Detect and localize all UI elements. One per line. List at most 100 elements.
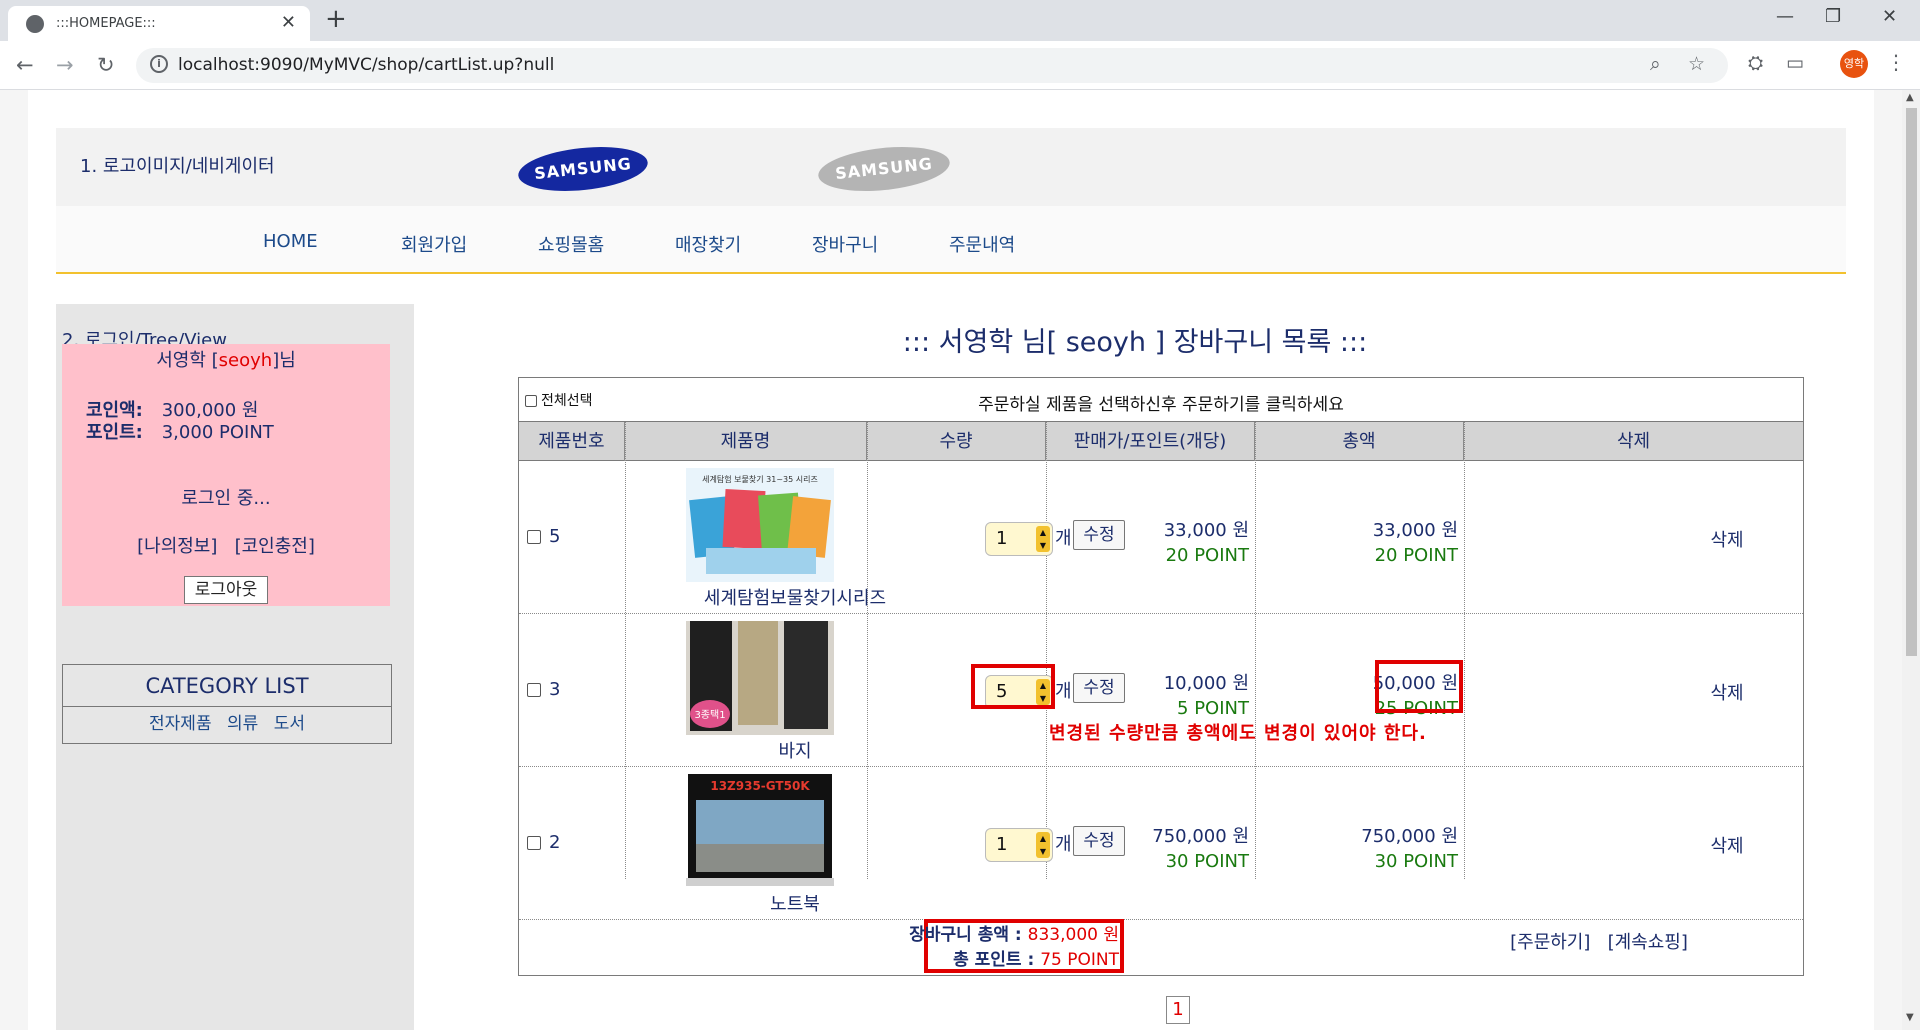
- minimize-icon[interactable]: —: [1776, 6, 1794, 27]
- address-bar[interactable]: i localhost:9090/MyMVC/shop/cartList.up?…: [136, 48, 1728, 83]
- product-name[interactable]: 세계탐험보물찾기시리즈: [647, 584, 943, 610]
- col-product-no: 제품번호: [519, 422, 625, 461]
- category-title: CATEGORY LIST: [63, 665, 391, 707]
- my-info-link[interactable]: [나의정보]: [137, 536, 217, 557]
- row-total-won: 750,000 원: [1361, 826, 1458, 847]
- product-no: 3: [549, 679, 561, 700]
- category-electronics[interactable]: 전자제품: [149, 714, 212, 734]
- nav-home[interactable]: HOME: [263, 231, 318, 252]
- row-checkbox[interactable]: [527, 530, 541, 544]
- cart-total-line: 장바구니 총액 : 833,000 원: [789, 923, 1119, 948]
- delete-link[interactable]: 삭제: [1651, 679, 1803, 705]
- reload-icon[interactable]: ↻: [97, 53, 115, 77]
- unit-price-won: 33,000 원: [1163, 520, 1249, 541]
- cart-instruction: 주문하실 제품을 선택하신후 주문하기를 클릭하세요: [978, 395, 1344, 415]
- quantity-value: 1: [996, 528, 1008, 549]
- menu-dots-icon[interactable]: ⋮: [1886, 50, 1906, 74]
- new-tab-icon[interactable]: +: [325, 4, 347, 34]
- cart-actions: [주문하기] [계속쇼핑]: [1399, 928, 1799, 954]
- restore-icon[interactable]: ❐: [1825, 6, 1841, 27]
- row-total-point: 20 POINT: [1374, 545, 1458, 566]
- page-number[interactable]: 1: [1166, 996, 1190, 1024]
- continue-shopping-link[interactable]: [계속쇼핑]: [1608, 932, 1688, 953]
- product-image-text: 13Z935-GT50K: [710, 779, 810, 793]
- samsung-logo-gray[interactable]: SAMSUNG: [816, 141, 952, 197]
- product-image-pants[interactable]: 3종택1: [686, 621, 834, 735]
- cart-table-caption: 전체선택 주문하실 제품을 선택하신후 주문하기를 클릭하세요: [519, 378, 1803, 422]
- page-container: 1. 로고이미지/네비게이터 SAMSUNG SAMSUNG HOME 회원가입…: [28, 90, 1874, 1030]
- back-icon[interactable]: ←: [16, 53, 34, 77]
- user-suffix: 님: [279, 350, 296, 371]
- nav-cart[interactable]: 장바구니: [812, 231, 878, 257]
- browser-toolbar: ← → ↻ i localhost:9090/MyMVC/shop/cartLi…: [0, 41, 1920, 90]
- browser-tab[interactable]: :::HOMEPAGE::: ✕: [8, 6, 310, 41]
- vertical-scrollbar[interactable]: ▲ ▼: [1902, 90, 1920, 1030]
- user-id: seoyh: [218, 350, 273, 371]
- product-name[interactable]: 바지: [647, 737, 943, 763]
- close-window-icon[interactable]: ✕: [1882, 6, 1897, 27]
- cast-icon[interactable]: ▭: [1786, 52, 1804, 74]
- category-clothing[interactable]: 의류: [227, 714, 258, 734]
- delete-link[interactable]: 삭제: [1651, 526, 1803, 552]
- unit-price: 33,000 원 20 POINT: [1009, 518, 1249, 568]
- forward-icon[interactable]: →: [56, 53, 74, 77]
- total-highlight-box: [1375, 660, 1463, 713]
- page-title: ::: 서영학 님[ seoyh ] 장바구니 목록 :::: [902, 327, 1368, 358]
- nav-shop-home[interactable]: 쇼핑몰홈: [538, 231, 604, 257]
- row-total-point: 30 POINT: [1374, 851, 1458, 872]
- row-checkbox[interactable]: [527, 836, 541, 850]
- logo-area-label: 1. 로고이미지/네비게이터: [80, 156, 275, 177]
- scrollbar-thumb[interactable]: [1906, 108, 1917, 656]
- point-label: 포인트:: [86, 422, 143, 443]
- coin-charge-link[interactable]: [코인충전]: [235, 536, 315, 557]
- col-product-name: 제품명: [625, 422, 867, 461]
- product-image-text: 세계탐험 보물찾기 31~35 시리즈: [702, 474, 818, 484]
- category-books[interactable]: 도서: [274, 714, 305, 734]
- cart-table: 전체선택 주문하실 제품을 선택하신후 주문하기를 클릭하세요 제품번호 제품명…: [518, 377, 1804, 976]
- product-image-book-series[interactable]: 세계탐험 보물찾기 31~35 시리즈: [686, 468, 834, 582]
- unit-price-won: 750,000 원: [1152, 826, 1249, 847]
- cart-row: 5 세계탐험 보물찾기 31~35 시리즈 세계탐험보물찾기시리즈 1 ▲ ▼ 개 …: [519, 462, 1803, 614]
- user-name: 서영학: [156, 350, 206, 371]
- scroll-down-icon[interactable]: ▼: [1906, 1012, 1914, 1023]
- point-row: 포인트: 3,000 POINT: [86, 418, 274, 444]
- login-info-box: 서영학 [seoyh]님 코인액: 300,000 원 포인트: 3,000 P…: [62, 344, 390, 606]
- quantity-highlight-box: [971, 664, 1055, 709]
- row-total: 33,000 원 20 POINT: [1218, 518, 1458, 568]
- zoom-icon[interactable]: ⌕: [1650, 53, 1661, 75]
- product-no: 2: [549, 832, 561, 853]
- annotation-note: 변경된 수량만큼 총액에도 변경이 있어야 한다.: [1049, 723, 1427, 744]
- close-tab-icon[interactable]: ✕: [281, 12, 296, 33]
- samsung-logo-blue[interactable]: SAMSUNG: [516, 141, 650, 197]
- scroll-up-icon[interactable]: ▲: [1906, 92, 1914, 103]
- unit-price-point: 30 POINT: [1165, 851, 1249, 872]
- nav-store-finder[interactable]: 매장찾기: [675, 231, 741, 257]
- row-checkbox[interactable]: [527, 683, 541, 697]
- product-image-text: 3종택1: [694, 709, 725, 721]
- main-navigation: HOME 회원가입 쇼핑몰홈 매장찾기 장바구니 주문내역: [56, 206, 1846, 274]
- product-no-cell: 3: [527, 679, 560, 700]
- col-delete: 삭제: [1616, 431, 1651, 452]
- order-link[interactable]: [주문하기]: [1510, 932, 1590, 953]
- url-text: localhost:9090/MyMVC/shop/cartList.up?nu…: [178, 55, 555, 75]
- row-total-won: 33,000 원: [1372, 520, 1458, 541]
- product-image-laptop[interactable]: 13Z935-GT50K: [686, 774, 834, 888]
- unit-price: 750,000 원 30 POINT: [1009, 824, 1249, 874]
- nav-order-history[interactable]: 주문내역: [949, 231, 1015, 257]
- product-no: 5: [549, 526, 561, 547]
- cart-table-header: 제품번호 제품명 수량 판매가/포인트(개당) 총액 삭제: [519, 422, 1803, 461]
- product-no-cell: 2: [527, 832, 560, 853]
- account-links: [나의정보] [코인충전]: [62, 532, 390, 558]
- delete-link[interactable]: 삭제: [1651, 832, 1803, 858]
- col-price-point: 판매가/포인트(개당): [1046, 422, 1255, 461]
- logout-button[interactable]: 로그아웃: [184, 576, 268, 604]
- cart-total-label: 장바구니 총액 :: [909, 925, 1028, 945]
- bookmark-star-icon[interactable]: ☆: [1688, 53, 1705, 75]
- profile-avatar[interactable]: 영학: [1840, 50, 1868, 78]
- info-icon[interactable]: i: [150, 55, 168, 73]
- category-list: CATEGORY LIST 전자제품 의류 도서: [62, 664, 392, 744]
- total-point-label: 총 포인트 :: [953, 950, 1041, 970]
- product-name[interactable]: 노트북: [647, 890, 943, 916]
- nav-signup[interactable]: 회원가입: [401, 231, 467, 257]
- extension-icon[interactable]: ⛭: [1748, 52, 1763, 74]
